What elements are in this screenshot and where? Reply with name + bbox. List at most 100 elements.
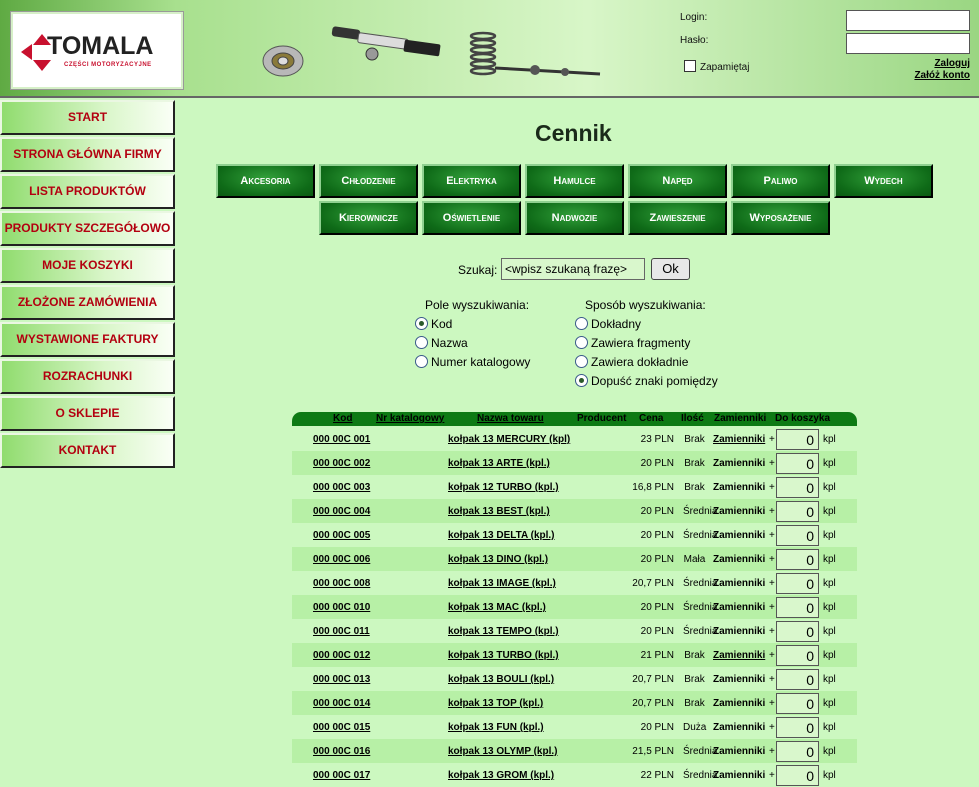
product-name-link[interactable]: kołpak 13 MAC (kpl.) xyxy=(448,602,546,613)
replacements-link[interactable]: Zamienniki xyxy=(713,578,765,589)
product-name-link[interactable]: kołpak 13 DELTA (kpl.) xyxy=(448,530,555,541)
search-field-option-kod[interactable]: Kod xyxy=(415,316,452,334)
category-button-paliwo[interactable]: Paliwo xyxy=(731,164,830,198)
replacements-link[interactable]: Zamienniki xyxy=(713,746,765,757)
replacements-link[interactable]: Zamienniki xyxy=(713,674,765,685)
sidebar-item-company-home[interactable]: STRONA GŁÓWNA FIRMY xyxy=(0,137,175,172)
category-button-elektryka[interactable]: Elektryka xyxy=(422,164,521,198)
replacements-link[interactable]: Zamienniki xyxy=(713,626,765,637)
radio-icon[interactable] xyxy=(575,317,588,330)
product-name-link[interactable]: kołpak 13 BOULI (kpl.) xyxy=(448,674,554,685)
password-input[interactable] xyxy=(846,33,970,54)
product-code-link[interactable]: 000 00C 017 xyxy=(313,770,370,781)
quantity-input[interactable] xyxy=(776,621,819,642)
quantity-input[interactable] xyxy=(776,549,819,570)
quantity-input[interactable] xyxy=(776,525,819,546)
quantity-input[interactable] xyxy=(776,645,819,666)
sidebar-item-product-list[interactable]: LISTA PRODUKTÓW xyxy=(0,174,175,209)
product-name-link[interactable]: kołpak 13 BEST (kpl.) xyxy=(448,506,550,517)
search-mode-option-allow-between[interactable]: Dopuść znaki pomiędzy xyxy=(575,373,718,391)
search-field-option-catalog-number[interactable]: Numer katalogowy xyxy=(415,354,530,372)
radio-icon[interactable] xyxy=(575,336,588,349)
login-input[interactable] xyxy=(846,10,970,31)
search-mode-option-exact[interactable]: Dokładny xyxy=(575,316,641,334)
product-code-link[interactable]: 000 00C 013 xyxy=(313,674,370,685)
product-name-link[interactable]: kołpak 13 MERCURY (kpl) xyxy=(448,434,570,445)
product-code-link[interactable]: 000 00C 005 xyxy=(313,530,370,541)
product-code-link[interactable]: 000 00C 004 xyxy=(313,506,370,517)
product-name-link[interactable]: kołpak 13 DINO (kpl.) xyxy=(448,554,548,565)
product-code-link[interactable]: 000 00C 003 xyxy=(313,482,370,493)
quantity-input[interactable] xyxy=(776,765,819,786)
product-code-link[interactable]: 000 00C 015 xyxy=(313,722,370,733)
product-name-link[interactable]: kołpak 13 TEMPO (kpl.) xyxy=(448,626,559,637)
category-button-wydech[interactable]: Wydech xyxy=(834,164,933,198)
sidebar-item-product-details[interactable]: PRODUKTY SZCZEGÓŁOWO xyxy=(0,211,175,246)
product-name-link[interactable]: kołpak 13 FUN (kpl.) xyxy=(448,722,544,733)
product-name-link[interactable]: kołpak 13 GROM (kpl.) xyxy=(448,770,554,781)
quantity-input[interactable] xyxy=(776,453,819,474)
search-mode-option-contains-exact[interactable]: Zawiera dokładnie xyxy=(575,354,688,372)
category-button-hamulce[interactable]: Hamulce xyxy=(525,164,624,198)
product-name-link[interactable]: kołpak 13 TURBO (kpl.) xyxy=(448,650,559,661)
sidebar-item-start[interactable]: START xyxy=(0,100,175,135)
replacements-link[interactable]: Zamienniki xyxy=(713,554,765,565)
remember-checkbox[interactable] xyxy=(684,60,696,72)
quantity-input[interactable] xyxy=(776,717,819,738)
search-ok-button[interactable]: Ok xyxy=(651,258,690,280)
replacements-link[interactable]: Zamienniki xyxy=(713,530,765,541)
category-button-kierownicze[interactable]: Kierownicze xyxy=(319,201,418,235)
register-link[interactable]: Załóż konto xyxy=(914,70,970,81)
product-code-link[interactable]: 000 00C 010 xyxy=(313,602,370,613)
header-product-name[interactable]: Nazwa towaru xyxy=(477,413,544,424)
product-code-link[interactable]: 000 00C 016 xyxy=(313,746,370,757)
sidebar-item-my-carts[interactable]: MOJE KOSZYKI xyxy=(0,248,175,283)
sidebar-item-contact[interactable]: KONTAKT xyxy=(0,433,175,468)
radio-icon[interactable] xyxy=(575,355,588,368)
login-link[interactable]: Zaloguj xyxy=(934,58,970,69)
header-catalog-number[interactable]: Nr katalogowy xyxy=(376,413,444,424)
sidebar-item-settlements[interactable]: ROZRACHUNKI xyxy=(0,359,175,394)
replacements-link[interactable]: Zamienniki xyxy=(713,458,765,469)
radio-selected-icon[interactable] xyxy=(415,317,428,330)
header-kod[interactable]: Kod xyxy=(333,413,352,424)
quantity-input[interactable] xyxy=(776,501,819,522)
quantity-input[interactable] xyxy=(776,741,819,762)
quantity-input[interactable] xyxy=(776,693,819,714)
product-code-link[interactable]: 000 00C 014 xyxy=(313,698,370,709)
replacements-link[interactable]: Zamienniki xyxy=(713,722,765,733)
sidebar-item-invoices[interactable]: WYSTAWIONE FAKTURY xyxy=(0,322,175,357)
radio-icon[interactable] xyxy=(415,336,428,349)
replacements-link[interactable]: Zamienniki xyxy=(713,698,765,709)
quantity-input[interactable] xyxy=(776,597,819,618)
search-input[interactable] xyxy=(501,258,645,280)
replacements-link[interactable]: Zamienniki xyxy=(713,770,765,781)
replacements-link[interactable]: Zamienniki xyxy=(713,506,765,517)
product-code-link[interactable]: 000 00C 002 xyxy=(313,458,370,469)
product-name-link[interactable]: kołpak 12 TURBO (kpl.) xyxy=(448,482,559,493)
product-code-link[interactable]: 000 00C 008 xyxy=(313,578,370,589)
quantity-input[interactable] xyxy=(776,669,819,690)
product-name-link[interactable]: kołpak 13 ARTE (kpl.) xyxy=(448,458,550,469)
search-field-option-nazwa[interactable]: Nazwa xyxy=(415,335,468,353)
radio-selected-icon[interactable] xyxy=(575,374,588,387)
category-button-wyposazenie[interactable]: Wyposażenie xyxy=(731,201,830,235)
category-button-naped[interactable]: Napęd xyxy=(628,164,727,198)
product-code-link[interactable]: 000 00C 011 xyxy=(313,626,370,637)
replacements-link[interactable]: Zamienniki xyxy=(713,602,765,613)
radio-icon[interactable] xyxy=(415,355,428,368)
category-button-nadwozie[interactable]: Nadwozie xyxy=(525,201,624,235)
product-code-link[interactable]: 000 00C 001 xyxy=(313,434,370,445)
product-code-link[interactable]: 000 00C 006 xyxy=(313,554,370,565)
logo[interactable]: TOMALA CZĘŚCI MOTORYZACYJNE xyxy=(10,11,184,90)
product-name-link[interactable]: kołpak 13 TOP (kpl.) xyxy=(448,698,543,709)
replacements-link[interactable]: Zamienniki xyxy=(713,482,765,493)
replacements-link[interactable]: Zamienniki xyxy=(713,650,765,661)
sidebar-item-about[interactable]: O SKLEPIE xyxy=(0,396,175,431)
quantity-input[interactable] xyxy=(776,573,819,594)
product-name-link[interactable]: kołpak 13 OLYMP (kpl.) xyxy=(448,746,557,757)
search-mode-option-fragments[interactable]: Zawiera fragmenty xyxy=(575,335,690,353)
category-button-chlodzenie[interactable]: Chłodzenie xyxy=(319,164,418,198)
category-button-akcesoria[interactable]: Akcesoria xyxy=(216,164,315,198)
product-name-link[interactable]: kołpak 13 IMAGE (kpl.) xyxy=(448,578,556,589)
